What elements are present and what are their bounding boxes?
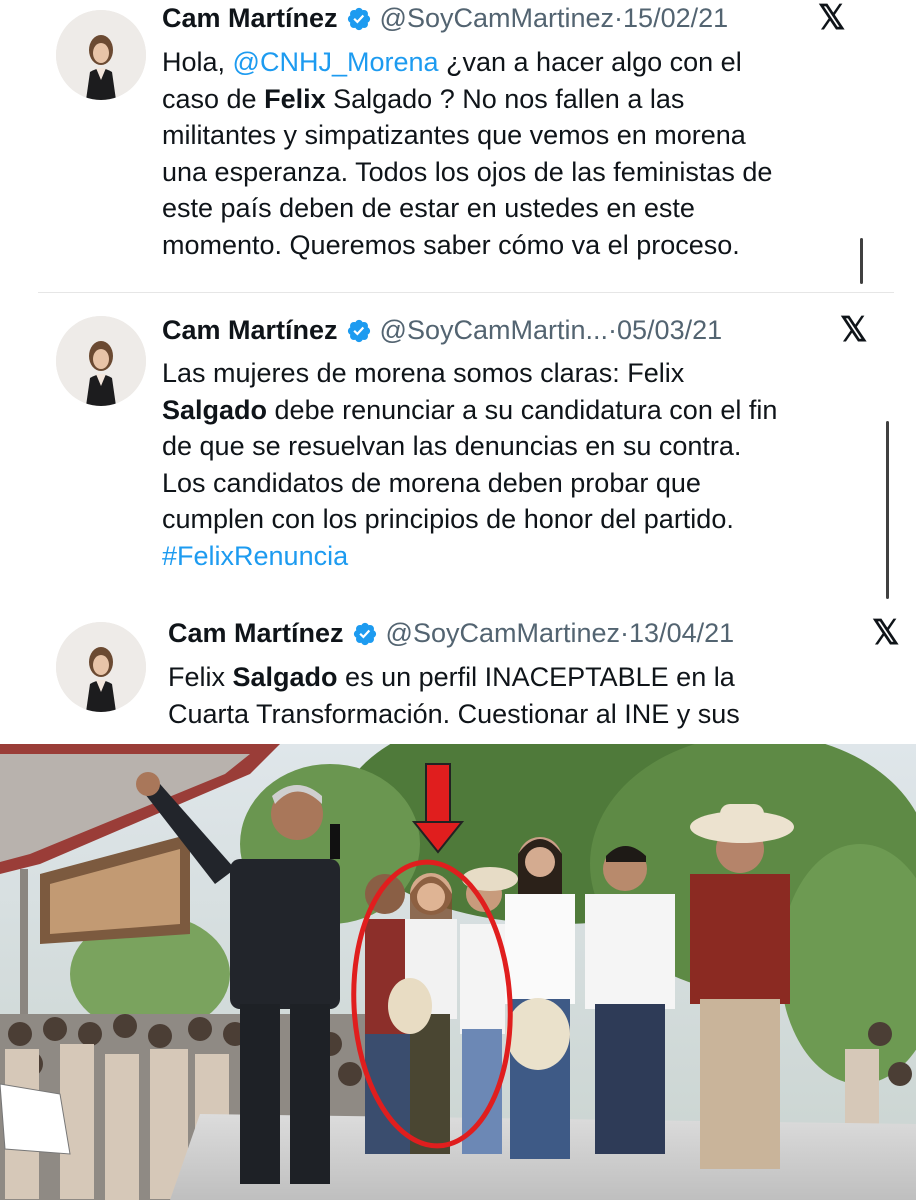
tweet-text-segment: Los candidatos de morena deben probar qu… xyxy=(162,467,701,498)
tweet-2[interactable]: Cam Martínez @SoyCamMartin... · 05/03/21… xyxy=(0,293,916,603)
tweet-text-line: #FelixRenuncia xyxy=(162,538,777,575)
tweet-text-line: Salgado debe renunciar a su candidatura … xyxy=(162,392,777,429)
tweet-text-line: Los candidatos de morena deben probar qu… xyxy=(162,465,777,502)
date-separator: · xyxy=(608,315,618,345)
tweet-text: Felix Salgado es un perfil INACEPTABLE e… xyxy=(168,659,740,732)
tweet-text-segment: Hola, xyxy=(162,47,233,77)
tweet-text-line: una esperanza. Todos los ojos de las fem… xyxy=(162,154,772,191)
author-handle[interactable]: @SoyCamMartinez xyxy=(380,3,614,34)
author-name[interactable]: Cam Martínez xyxy=(168,618,344,649)
tweet-text-segment: una esperanza. Todos los ojos de las fem… xyxy=(162,156,773,187)
scrollbar[interactable] xyxy=(860,238,863,284)
tweet-text-segment: Las mujeres de morena somos claras: Feli… xyxy=(162,358,685,388)
tweet-text-segment: caso de xyxy=(162,83,265,114)
avatar[interactable] xyxy=(56,316,146,406)
verified-badge-icon xyxy=(347,319,370,342)
tweet-3[interactable]: Cam Martínez @SoyCamMartinez · 13/04/21 … xyxy=(0,604,916,744)
tweet-text-segment: de que se resuelvan las denuncias en su … xyxy=(162,431,742,461)
tweet-text: Hola, @CNHJ_Morena ¿van a hacer algo con… xyxy=(162,44,772,263)
tweet-text-segment: este país deben de estar en ustedes en e… xyxy=(162,193,695,223)
author-handle[interactable]: @SoyCamMartin... xyxy=(380,315,608,346)
tweet-text: Las mujeres de morena somos claras: Feli… xyxy=(162,355,777,574)
tweet-text-line: cumplen con los principios de honor del … xyxy=(162,501,777,538)
avatar[interactable] xyxy=(56,10,146,100)
tweet-text-line: este país deben de estar en ustedes en e… xyxy=(162,190,772,227)
x-logo-icon: 𝕏 xyxy=(840,311,868,349)
hashtag-link[interactable]: #FelixRenuncia xyxy=(162,541,348,571)
tweet-text-line: momento. Queremos saber cómo va el proce… xyxy=(162,227,772,264)
highlighted-text: Felix xyxy=(264,83,326,114)
tweet-header: Cam Martínez @SoyCamMartinez · 15/02/21 xyxy=(162,3,728,34)
mention-link[interactable]: @CNHJ_Morena xyxy=(233,47,439,77)
tweet-text-line: militantes y simpatizantes que vemos en … xyxy=(162,117,772,154)
tweet-text-segment: Cuarta Transformación. Cuestionar al INE… xyxy=(168,698,740,729)
tweet-text-segment: momento. Queremos saber cómo va el proce… xyxy=(162,229,740,260)
tweet-header: Cam Martínez @SoyCamMartinez · 13/04/21 xyxy=(168,618,734,649)
tweet-text-segment: ¿van a hacer algo con el xyxy=(438,47,742,77)
tweet-text-segment: Salgado ? No nos fallen a las xyxy=(325,83,685,114)
highlighted-text: Salgado xyxy=(232,662,338,692)
author-name[interactable]: Cam Martínez xyxy=(162,315,338,346)
highlighted-text: Salgado xyxy=(162,394,268,425)
author-name[interactable]: Cam Martínez xyxy=(162,3,338,34)
author-handle[interactable]: @SoyCamMartinez xyxy=(386,618,620,649)
tweet-text-segment: debe renunciar a su candidatura con el f… xyxy=(267,394,778,425)
x-logo-icon: 𝕏 xyxy=(872,614,900,652)
tweet-text-line: Las mujeres de morena somos claras: Feli… xyxy=(162,355,777,392)
tweet-date[interactable]: 13/04/21 xyxy=(629,618,734,649)
tweet-text-segment: militantes y simpatizantes que vemos en … xyxy=(162,120,746,150)
tweet-text-segment: cumplen con los principios de honor del … xyxy=(162,504,734,534)
tweet-text-line: de que se resuelvan las denuncias en su … xyxy=(162,428,777,465)
tweet-text-line: Hola, @CNHJ_Morena ¿van a hacer algo con… xyxy=(162,44,772,81)
tweet-1[interactable]: Cam Martínez @SoyCamMartinez · 15/02/21 … xyxy=(0,0,916,292)
scrollbar[interactable] xyxy=(886,421,889,599)
tweet-text-segment: Felix xyxy=(168,662,233,692)
verified-badge-icon xyxy=(353,622,376,645)
tweet-date[interactable]: 15/02/21 xyxy=(623,3,728,34)
tweet-date[interactable]: 05/03/21 xyxy=(617,315,722,346)
verified-badge-icon xyxy=(347,7,370,30)
tweet-header: Cam Martínez @SoyCamMartin... · 05/03/21 xyxy=(162,315,722,346)
date-separator: · xyxy=(620,618,630,648)
tweet-text-line: caso de Felix Salgado ? No nos fallen a … xyxy=(162,81,772,118)
tweet-text-segment: es un perfil INACEPTABLE en la xyxy=(337,662,735,692)
x-logo-icon: 𝕏 xyxy=(818,0,846,37)
date-separator: · xyxy=(614,3,624,33)
avatar[interactable] xyxy=(56,622,146,712)
event-photo-illustration xyxy=(0,744,916,1200)
event-photo xyxy=(0,744,916,1200)
tweet-text-line: Felix Salgado es un perfil INACEPTABLE e… xyxy=(168,659,740,696)
tweet-text-line: Cuarta Transformación. Cuestionar al INE… xyxy=(168,696,740,733)
